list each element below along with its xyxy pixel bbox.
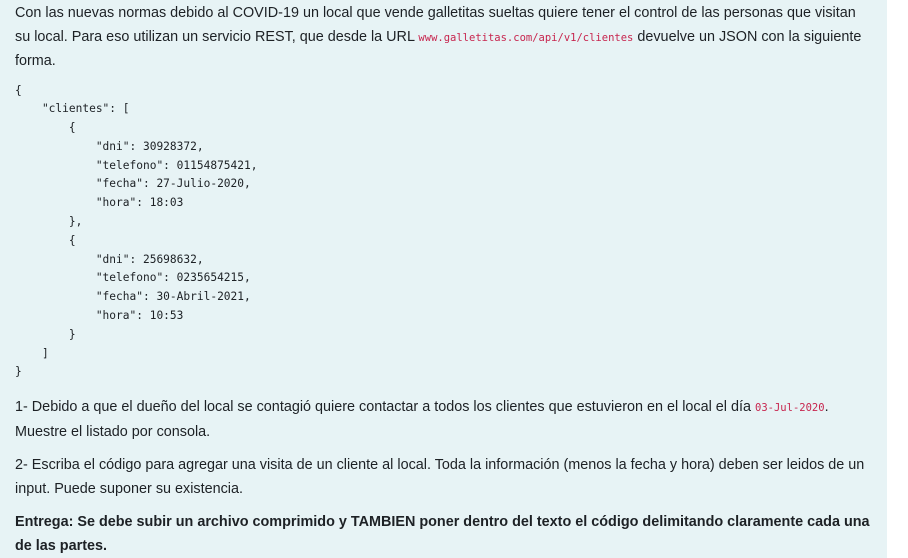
code-line: "dni": 25698632, [15, 252, 204, 266]
code-line: "hora": 10:53 [15, 309, 184, 323]
task-2-paragraph: 2- Escriba el código para agregar una vi… [15, 457, 865, 497]
code-line: "hora": 18:03 [15, 196, 184, 210]
code-line: }, [15, 215, 83, 229]
code-line: "fecha": 30-Abril-2021, [15, 290, 251, 304]
code-line: "clientes": [ [15, 102, 130, 116]
delivery-instructions: Entrega: Se debe subir un archivo compri… [15, 514, 870, 554]
code-line: { [15, 121, 76, 135]
question-panel: Con las nuevas normas debido al COVID-19… [0, 0, 887, 558]
json-code-block: { "clientes": [ { "dni": 30928372, "tele… [15, 82, 872, 383]
code-line: "dni": 30928372, [15, 139, 204, 153]
code-line: { [15, 83, 22, 97]
code-line: } [15, 327, 76, 341]
task-1-paragraph: 1- Debido a que el dueño del local se co… [15, 396, 872, 444]
intro-paragraph: Con las nuevas normas debido al COVID-19… [15, 2, 872, 74]
code-line: "telefono": 01154875421, [15, 158, 258, 172]
api-url: www.galletitas.com/api/v1/clientes [418, 31, 634, 44]
task-1-date: 03-Jul-2020 [755, 402, 825, 415]
code-line: } [15, 365, 22, 379]
code-line: ] [15, 346, 49, 360]
task-1-text-before-date: 1- Debido a que el dueño del local se co… [15, 399, 756, 416]
code-line: { [15, 233, 76, 247]
code-line: "fecha": 27-Julio-2020, [15, 177, 251, 191]
code-line: "telefono": 0235654215, [15, 271, 251, 285]
